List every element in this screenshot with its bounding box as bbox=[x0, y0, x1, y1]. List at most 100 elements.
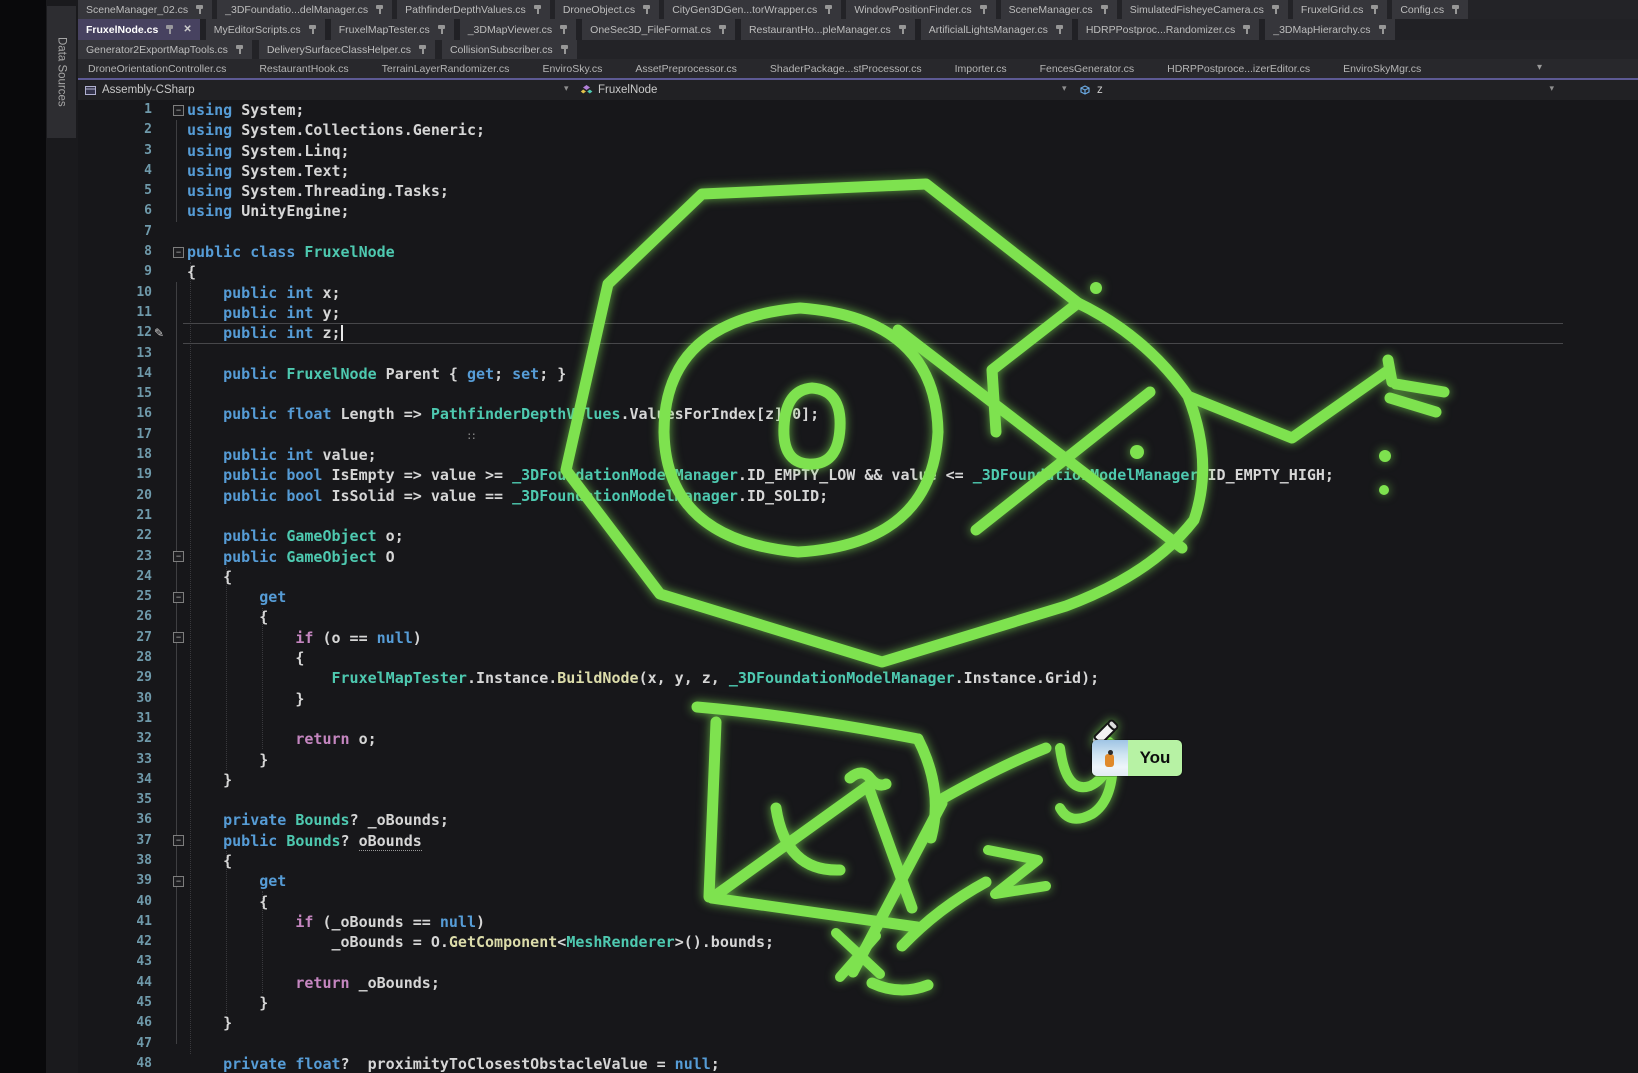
pin-icon[interactable] bbox=[195, 4, 204, 15]
code-line-5[interactable]: 5using System.Threading.Tasks; bbox=[78, 181, 1638, 201]
code-line-8[interactable]: 8−public class FruxelNode bbox=[78, 242, 1638, 262]
pin-icon[interactable] bbox=[1271, 4, 1280, 15]
tab-fruxelnode-cs[interactable]: FruxelNode.cs✕ bbox=[78, 19, 200, 40]
code-line-46[interactable]: 46 } bbox=[78, 1013, 1638, 1033]
pin-icon[interactable] bbox=[642, 4, 651, 15]
code-line-18[interactable]: 18 public int value; bbox=[78, 445, 1638, 465]
code-line-36[interactable]: 36 private Bounds? _oBounds; bbox=[78, 810, 1638, 830]
code-line-14[interactable]: 14 public FruxelNode Parent { get; set; … bbox=[78, 364, 1638, 384]
code-line-44[interactable]: 44 return _oBounds; bbox=[78, 973, 1638, 993]
data-sources-vertical-tab[interactable]: Data Sources bbox=[47, 6, 76, 138]
code-line-19[interactable]: 19 public bool IsEmpty => value >= _3DFo… bbox=[78, 465, 1638, 485]
breadcrumb-member[interactable]: z bbox=[1078, 80, 1103, 100]
code-line-38[interactable]: 38 { bbox=[78, 851, 1638, 871]
code-line-26[interactable]: 26 { bbox=[78, 607, 1638, 627]
code-line-9[interactable]: 9{ bbox=[78, 262, 1638, 282]
fold-collapse-icon[interactable]: − bbox=[173, 835, 184, 846]
fold-collapse-icon[interactable]: − bbox=[173, 551, 184, 562]
tab-deliverysurfaceclasshelper-cs[interactable]: DeliverySurfaceClassHelper.cs bbox=[259, 40, 435, 59]
code-line-1[interactable]: 1−using System; bbox=[78, 100, 1638, 120]
pin-icon[interactable] bbox=[235, 44, 244, 55]
fold-collapse-icon[interactable]: − bbox=[173, 592, 184, 603]
pin-icon[interactable] bbox=[824, 4, 833, 15]
code-line-33[interactable]: 33 } bbox=[78, 750, 1638, 770]
code-line-34[interactable]: 34 } bbox=[78, 770, 1638, 790]
tab--3dmapviewer-cs[interactable]: _3DMapViewer.cs bbox=[460, 19, 576, 40]
code-line-7[interactable]: 7 bbox=[78, 222, 1638, 242]
fold-collapse-icon[interactable]: − bbox=[173, 632, 184, 643]
pin-icon[interactable] bbox=[1242, 24, 1251, 35]
tab-windowpositionfinder-cs[interactable]: WindowPositionFinder.cs bbox=[846, 0, 995, 19]
tab-scenemanager-02-cs[interactable]: SceneManager_02.cs bbox=[78, 0, 212, 19]
code-line-4[interactable]: 4using System.Text; bbox=[78, 161, 1638, 181]
pin-icon[interactable] bbox=[1378, 24, 1387, 35]
code-line-2[interactable]: 2using System.Collections.Generic; bbox=[78, 120, 1638, 140]
code-line-25[interactable]: 25− get bbox=[78, 587, 1638, 607]
pin-icon[interactable] bbox=[898, 24, 907, 35]
tab-restauranthook-cs[interactable]: RestaurantHook.cs bbox=[249, 59, 358, 78]
code-line-10[interactable]: 10 public int x; bbox=[78, 283, 1638, 303]
fold-collapse-icon[interactable]: − bbox=[173, 105, 184, 116]
code-line-45[interactable]: 45 } bbox=[78, 993, 1638, 1013]
code-line-41[interactable]: 41 if (_oBounds == null) bbox=[78, 912, 1638, 932]
breadcrumb-type[interactable]: FruxelNode bbox=[580, 80, 657, 100]
tab-envirosky-cs[interactable]: EnviroSky.cs bbox=[532, 59, 612, 78]
tab-droneorientationcontroller-cs[interactable]: DroneOrientationController.cs bbox=[78, 59, 236, 78]
pin-icon[interactable] bbox=[165, 24, 174, 35]
breadcrumb-chevron-icon[interactable]: ▾ bbox=[1549, 83, 1554, 94]
tab-shaderpackage-stprocessor-cs[interactable]: ShaderPackage...stProcessor.cs bbox=[760, 59, 932, 78]
code-line-3[interactable]: 3using System.Linq; bbox=[78, 141, 1638, 161]
tab--3dfoundatio-delmanager-cs[interactable]: _3DFoundatio...delManager.cs bbox=[217, 0, 392, 19]
tab-fruxelgrid-cs[interactable]: FruxelGrid.cs bbox=[1293, 0, 1387, 19]
tab-enviroskymgr-cs[interactable]: EnviroSkyMgr.cs bbox=[1333, 59, 1431, 78]
code-line-17[interactable]: 17 bbox=[78, 425, 1638, 445]
code-line-13[interactable]: 13 bbox=[78, 344, 1638, 364]
tab-citygen3dgen-torwrapper-cs[interactable]: CityGen3DGen...torWrapper.cs bbox=[664, 0, 841, 19]
tab-generator2exportmaptools-cs[interactable]: Generator2ExportMapTools.cs bbox=[78, 40, 252, 59]
code-line-40[interactable]: 40 { bbox=[78, 892, 1638, 912]
breadcrumb-chevron-icon[interactable]: ▾ bbox=[1062, 83, 1067, 94]
code-line-28[interactable]: 28 { bbox=[78, 648, 1638, 668]
tab-pathfinderdepthvalues-cs[interactable]: PathfinderDepthValues.cs bbox=[397, 0, 550, 19]
pin-icon[interactable] bbox=[1370, 4, 1379, 15]
code-line-12[interactable]: 12✎ public int z; bbox=[78, 323, 1638, 343]
tab-droneobject-cs[interactable]: DroneObject.cs bbox=[555, 0, 659, 19]
tab-importer-cs[interactable]: Importer.cs bbox=[945, 59, 1017, 78]
code-line-31[interactable]: 31 bbox=[78, 709, 1638, 729]
tab-restaurantho-plemanager-cs[interactable]: RestaurantHo...pleManager.cs bbox=[741, 19, 915, 40]
code-line-27[interactable]: 27− if (o == null) bbox=[78, 628, 1638, 648]
tab-artificiallightsmanager-cs[interactable]: ArtificialLightsManager.cs bbox=[921, 19, 1072, 40]
tab-hdrppostproc-randomizer-cs[interactable]: HDRPPostproc...Randomizer.cs bbox=[1078, 19, 1259, 40]
tab-overflow-chevron-icon[interactable]: ▾ bbox=[1537, 62, 1542, 73]
tab-hdrppostproce-izereditor-cs[interactable]: HDRPPostproce...izerEditor.cs bbox=[1157, 59, 1320, 78]
tab--3dmaphierarchy-cs[interactable]: _3DMapHierarchy.cs bbox=[1265, 19, 1394, 40]
tab-scenemanager-cs[interactable]: SceneManager.cs bbox=[1001, 0, 1117, 19]
tab-fencesgenerator-cs[interactable]: FencesGenerator.cs bbox=[1030, 59, 1145, 78]
pin-icon[interactable] bbox=[1451, 4, 1460, 15]
code-line-11[interactable]: 11 public int y; bbox=[78, 303, 1638, 323]
tab-collisionsubscriber-cs[interactable]: CollisionSubscriber.cs bbox=[442, 40, 577, 59]
pin-icon[interactable] bbox=[560, 44, 569, 55]
code-line-32[interactable]: 32 return o; bbox=[78, 729, 1638, 749]
pin-icon[interactable] bbox=[718, 24, 727, 35]
tab-config-cs[interactable]: Config.cs bbox=[1392, 0, 1468, 19]
tab-assetpreprocessor-cs[interactable]: AssetPreprocessor.cs bbox=[625, 59, 747, 78]
pin-icon[interactable] bbox=[533, 4, 542, 15]
code-line-24[interactable]: 24 { bbox=[78, 567, 1638, 587]
code-line-6[interactable]: 6using UnityEngine; bbox=[78, 201, 1638, 221]
code-line-23[interactable]: 23− public GameObject O bbox=[78, 547, 1638, 567]
tab-terrainlayerrandomizer-cs[interactable]: TerrainLayerRandomizer.cs bbox=[372, 59, 520, 78]
code-editor[interactable]: 1−using System;2using System.Collections… bbox=[78, 100, 1638, 1073]
breadcrumb-chevron-icon[interactable]: ▾ bbox=[564, 83, 569, 94]
fold-collapse-icon[interactable]: − bbox=[173, 876, 184, 887]
tab-fruxelmaptester-cs[interactable]: FruxelMapTester.cs bbox=[331, 19, 454, 40]
code-line-21[interactable]: 21 bbox=[78, 506, 1638, 526]
tab-myeditorscripts-cs[interactable]: MyEditorScripts.cs bbox=[206, 19, 325, 40]
pin-icon[interactable] bbox=[418, 44, 427, 55]
fold-collapse-icon[interactable]: − bbox=[173, 247, 184, 258]
pin-icon[interactable] bbox=[559, 24, 568, 35]
tab-onesec3d-fileformat-cs[interactable]: OneSec3D_FileFormat.cs bbox=[582, 19, 735, 40]
code-line-35[interactable]: 35 bbox=[78, 790, 1638, 810]
pin-icon[interactable] bbox=[979, 4, 988, 15]
code-line-37[interactable]: 37− public Bounds? oBounds bbox=[78, 831, 1638, 851]
